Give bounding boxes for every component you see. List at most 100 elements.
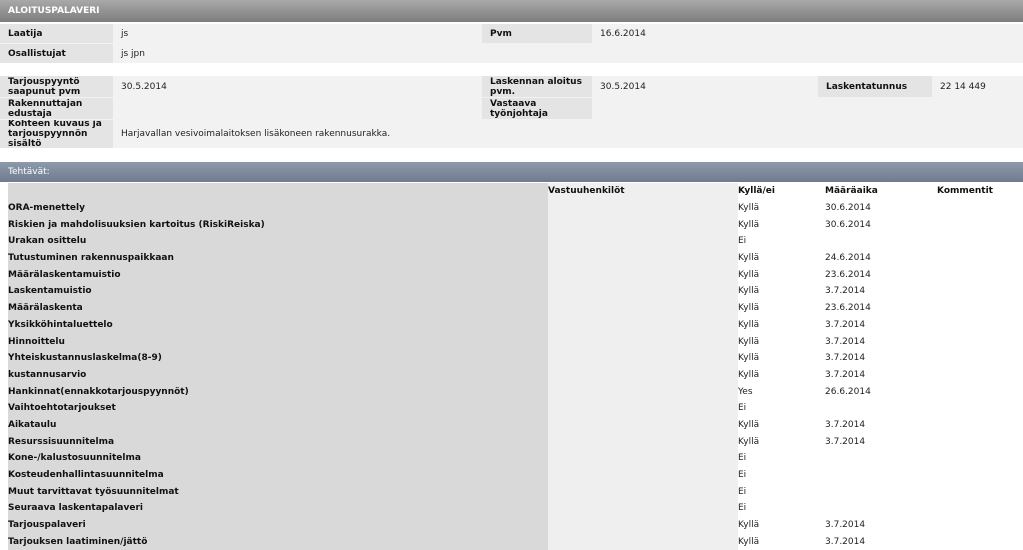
task-name: Seuraava laskentapalaveri (8, 500, 548, 517)
task-yes-no: Kyllä (738, 269, 760, 280)
table-row: kustannusarvio Kyllä 3.7.2014 (8, 366, 1023, 384)
table-row: Hinnoittelu Kyllä 3.7.2014 (8, 333, 1023, 350)
task-responsible (548, 500, 738, 517)
table-row: Riskien ja mahdolisuuksien kartoitus (Ri… (8, 216, 1023, 234)
task-name: Laskentamuistio (8, 283, 548, 300)
task-name: Aikataulu (8, 416, 548, 434)
task-deadline: 3.7.2014 (825, 419, 866, 430)
laatija-value: js (113, 24, 482, 43)
task-responsible (548, 233, 738, 250)
task-deadline: 30.6.2014 (825, 203, 871, 214)
pvm-value: 16.6.2014 (592, 24, 1023, 43)
task-responsible (548, 433, 738, 450)
task-deadline (825, 467, 937, 484)
task-deadline (825, 500, 937, 517)
table-row: Resurssisuunnitelma Kyllä 3.7.2014 (8, 433, 1023, 450)
laskentatunnus-value: 22 14 449 (932, 76, 1023, 97)
vastaava-tyonjohtaja-value (592, 98, 1023, 119)
task-name: Vaihtoehtotarjoukset (8, 399, 548, 417)
task-yes-no: Ei (738, 503, 747, 514)
task-name: Resurssisuunnitelma (8, 433, 548, 450)
task-deadline: 3.7.2014 (825, 353, 866, 364)
task-responsible (548, 483, 738, 501)
task-responsible (548, 266, 738, 284)
rakennuttajan-edustaja-label: Rakennuttajan edustaja (0, 98, 113, 119)
table-row: Muut tarvittavat työsuunnitelmat Ei (8, 483, 1023, 501)
task-deadline: 3.7.2014 (825, 520, 866, 531)
task-yes-no: Kyllä (738, 203, 760, 214)
task-responsible (548, 299, 738, 317)
task-name: Tarjouksen laatiminen/jättö (8, 533, 548, 550)
header-yes-no: Kyllä/ei (738, 186, 775, 197)
task-deadline: 3.7.2014 (825, 369, 866, 380)
task-responsible (548, 283, 738, 300)
table-row: ORA-menettely Kyllä 30.6.2014 (8, 199, 1023, 217)
task-responsible (548, 199, 738, 217)
osallistujat-value: js jpn (113, 44, 1023, 63)
task-comment (937, 433, 1023, 450)
header-deadline: Määräaika (825, 186, 878, 197)
task-yes-no: Ei (738, 403, 747, 414)
task-comment (937, 333, 1023, 350)
section-header-aloituspalaveri: ALOITUSPALAVERI (0, 0, 1023, 22)
task-comment (937, 400, 1023, 417)
task-yes-no: Kyllä (738, 419, 760, 430)
task-yes-no: Kyllä (738, 286, 760, 297)
header-comment: Kommentit (937, 186, 993, 197)
task-comment (937, 417, 1023, 434)
section-header-tehtavat: Tehtävät: (0, 162, 1023, 182)
table-row: Aikataulu Kyllä 3.7.2014 (8, 416, 1023, 434)
task-yes-no: Kyllä (738, 536, 760, 547)
task-rows: ORA-menettely Kyllä 30.6.2014 Riskien ja ma… (8, 199, 1023, 550)
task-yes-no: Kyllä (738, 319, 760, 330)
task-name: Hankinnat(ennakkotarjouspyynnöt) (8, 383, 548, 400)
task-deadline (825, 483, 937, 500)
laskennan-aloitus-label: Laskennan aloitus pvm. (482, 76, 592, 97)
laskentatunnus-label: Laskentatunnus (818, 76, 932, 97)
task-name: kustannusarvio (8, 366, 548, 384)
task-comment (937, 317, 1023, 334)
task-responsible (548, 399, 738, 417)
table-row: Kone-/kalustosuunnitelma Ei (8, 450, 1023, 467)
task-comment (937, 350, 1023, 367)
task-comment (937, 266, 1023, 283)
task-comment (937, 533, 1023, 550)
task-responsible (548, 366, 738, 384)
tasks-table: Vastuuhenkilöt Kyllä/ei Määräaika Kommen… (8, 183, 1023, 550)
task-name: Tutustuminen rakennuspaikkaan (8, 249, 548, 267)
table-row: Yhteiskustannuslaskelma(8-9) Kyllä 3.7.201… (8, 349, 1023, 367)
table-row: Laskentamuistio Kyllä 3.7.2014 (8, 283, 1023, 300)
task-comment (937, 467, 1023, 484)
task-name: Yksikköhintaluettelo (8, 316, 548, 334)
laskennan-aloitus-value: 30.5.2014 (592, 76, 818, 97)
task-yes-no: Kyllä (738, 253, 760, 264)
task-comment (937, 383, 1023, 400)
tasks-table-header: Vastuuhenkilöt Kyllä/ei Määräaika Kommen… (8, 183, 1023, 200)
task-name: Kosteudenhallintasuunnitelma (8, 466, 548, 484)
table-row: Tarjouksen laatiminen/jättö Kyllä 3.7.2014 (8, 533, 1023, 550)
table-row: Tutustuminen rakennuspaikkaan Kyllä 24.6.2… (8, 249, 1023, 267)
task-yes-no: Yes (738, 386, 753, 397)
tasks-title: Tehtävät: (8, 167, 50, 177)
table-row: Urakan osittelu Ei (8, 233, 1023, 250)
osallistujat-label: Osallistujat (0, 44, 113, 63)
task-deadline: 23.6.2014 (825, 269, 871, 280)
task-yes-no: Kyllä (738, 336, 760, 347)
task-deadline (825, 450, 937, 467)
section-title: ALOITUSPALAVERI (8, 6, 100, 16)
task-deadline: 3.7.2014 (825, 336, 866, 347)
table-row: Vaihtoehtotarjoukset Ei (8, 399, 1023, 417)
table-row: Tarjouspalaveri Kyllä 3.7.2014 (8, 516, 1023, 534)
task-responsible (548, 450, 738, 467)
task-deadline: 3.7.2014 (825, 536, 866, 547)
task-comment (937, 483, 1023, 500)
task-responsible (548, 249, 738, 267)
tarjouspyynto-label: Tarjouspyyntö saapunut pvm (0, 76, 113, 97)
task-comment (937, 367, 1023, 384)
table-row: Hankinnat(ennakkotarjouspyynnöt) Yes 26.6.… (8, 383, 1023, 400)
table-row: Määrälaskentamuistio Kyllä 23.6.2014 (8, 266, 1023, 284)
vastaava-tyonjohtaja-label: Vastaava työnjohtaja (482, 98, 592, 119)
task-yes-no: Kyllä (738, 520, 760, 531)
task-comment (937, 517, 1023, 534)
pvm-label: Pvm (482, 24, 592, 43)
